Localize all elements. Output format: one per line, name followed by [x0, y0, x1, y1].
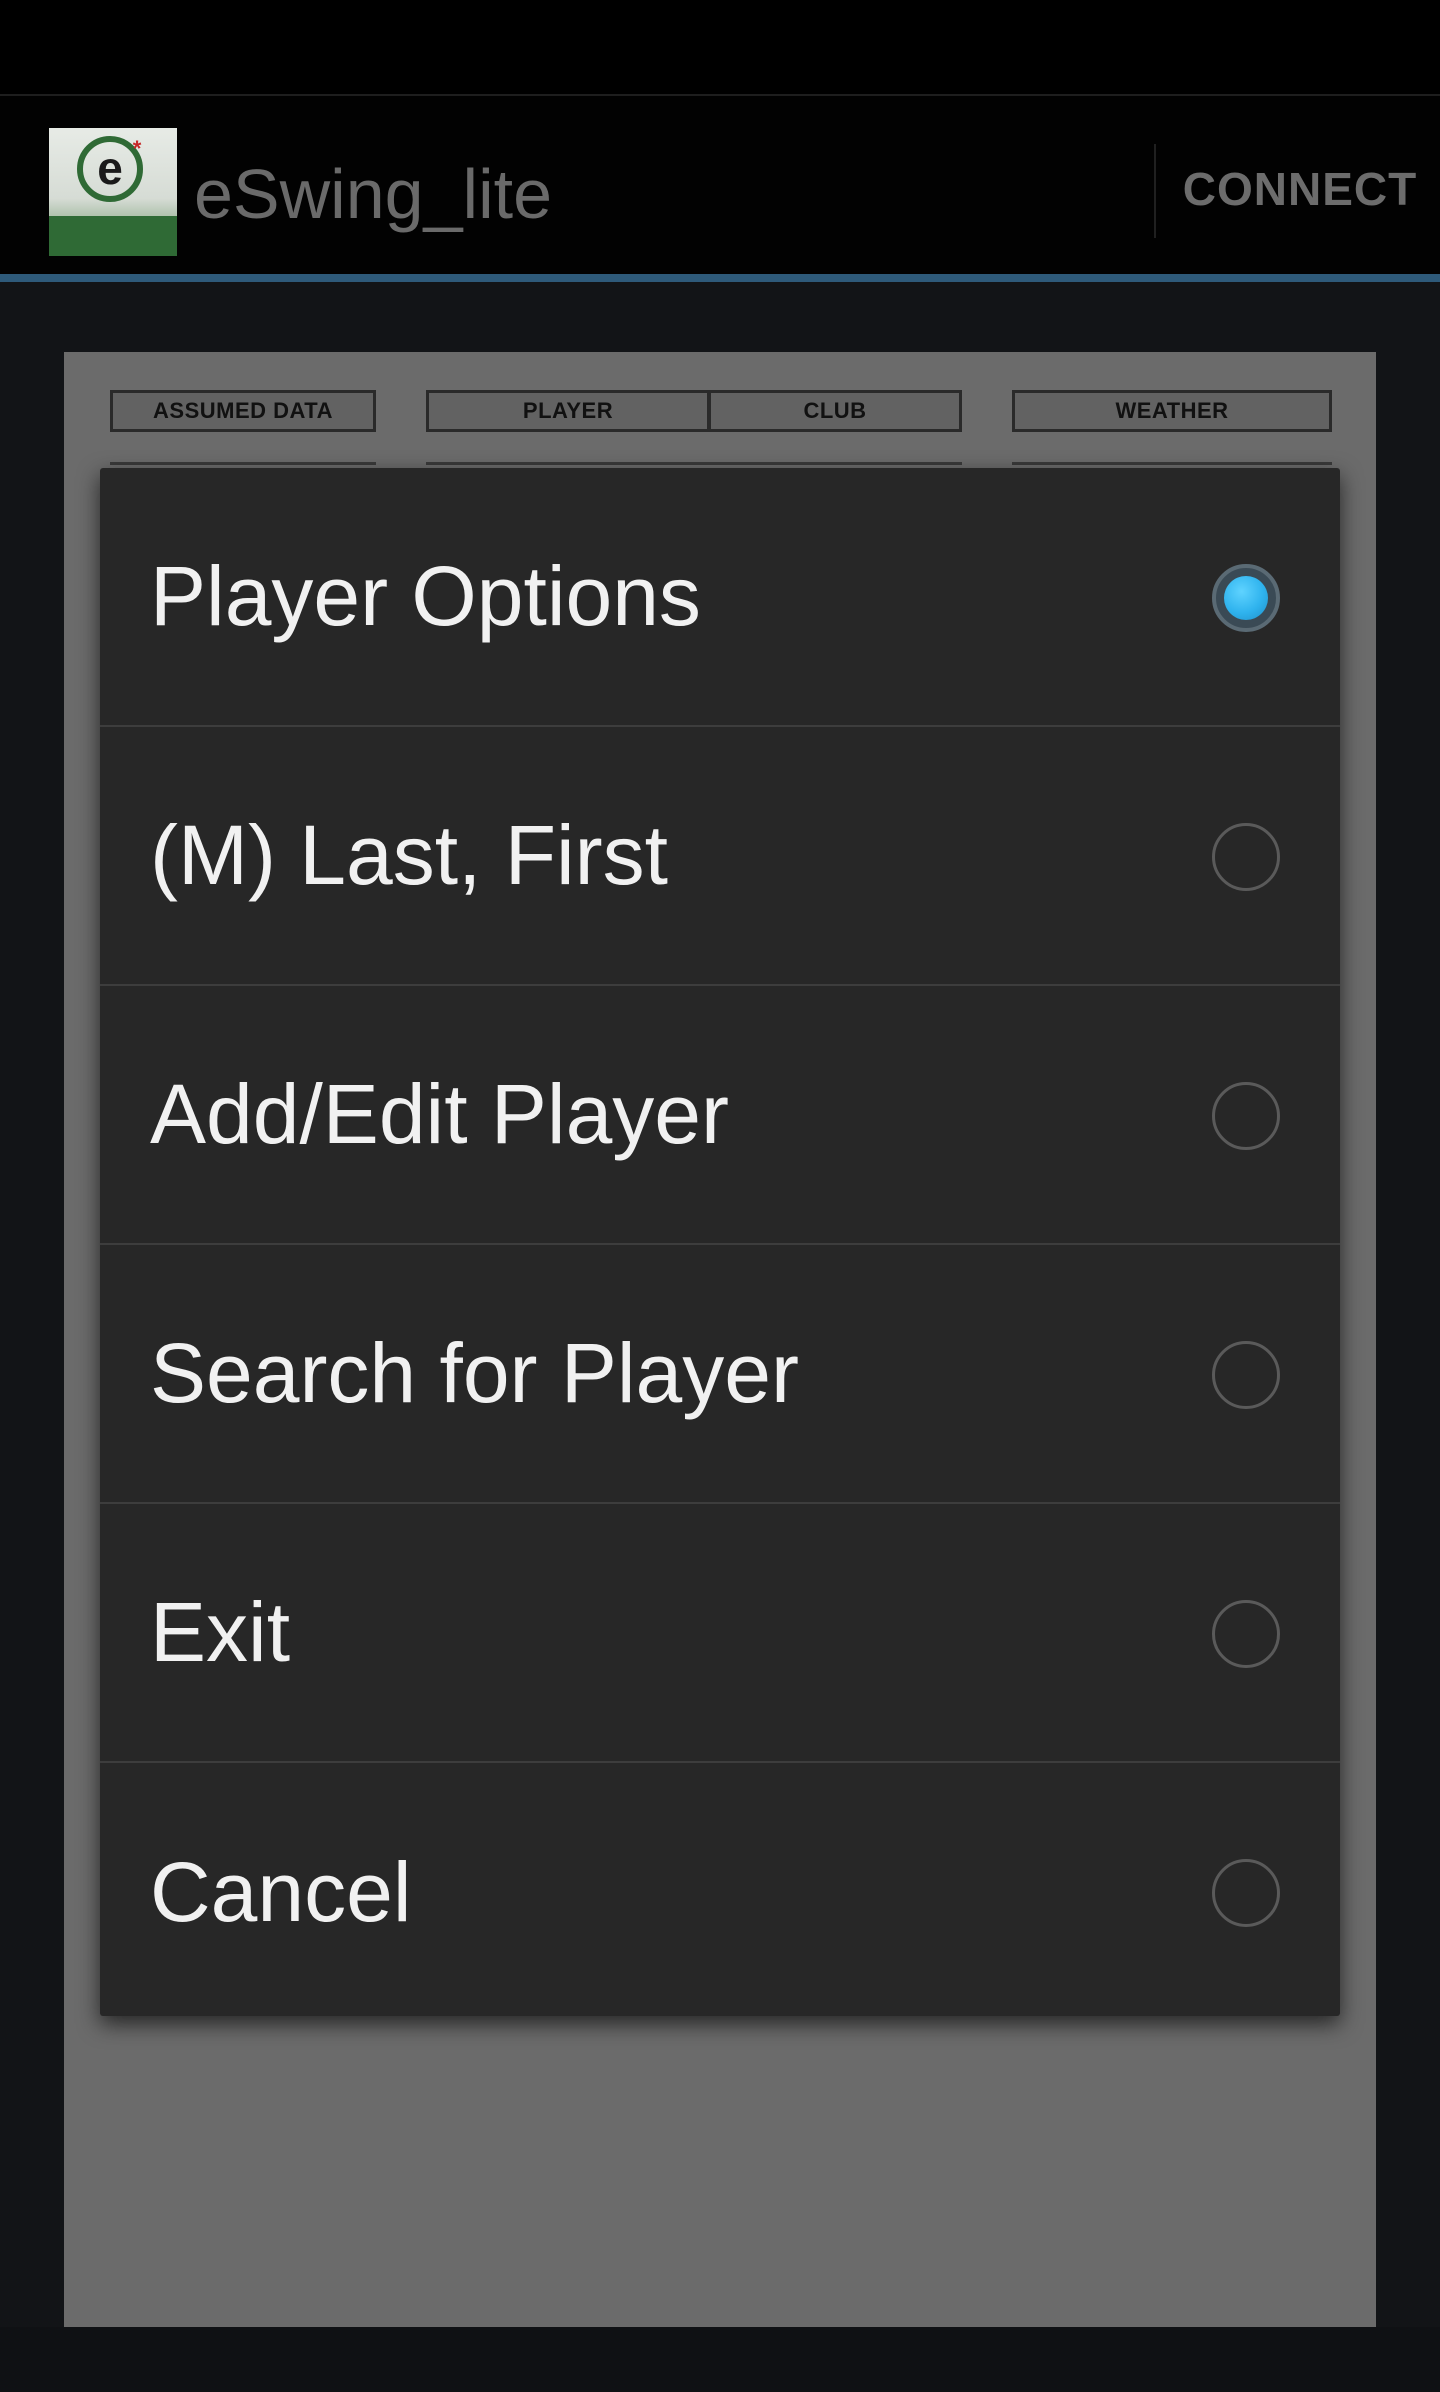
- radio-unselected-icon[interactable]: [1212, 1859, 1280, 1927]
- svg-text:e: e: [97, 142, 123, 194]
- divider: [110, 462, 376, 465]
- app-title: eSwing_lite: [194, 155, 552, 233]
- option-label: Cancel: [150, 1845, 412, 1939]
- option-label: Add/Edit Player: [150, 1067, 729, 1161]
- navigation-bar: [0, 2327, 1440, 2392]
- divider: [1012, 462, 1332, 465]
- logo-band: [49, 216, 177, 256]
- radio-unselected-icon[interactable]: [1212, 1082, 1280, 1150]
- option-row-player-options[interactable]: Player Options: [100, 468, 1340, 727]
- option-row-last-first[interactable]: (M) Last, First: [100, 727, 1340, 986]
- radio-unselected-icon[interactable]: [1212, 823, 1280, 891]
- option-label: Player Options: [150, 549, 701, 643]
- logo-e-mark: e *: [77, 136, 143, 202]
- radio-dot: [1224, 576, 1268, 620]
- divider: [426, 462, 962, 465]
- player-options-dialog: Player Options (M) Last, First Add/Edit …: [100, 468, 1340, 2016]
- actionbar-underline: [0, 274, 1440, 282]
- eswing-logo-icon: e *: [49, 128, 177, 256]
- action-bar: e * eSwing_lite CONNECT: [0, 96, 1440, 282]
- option-row-search-for-player[interactable]: Search for Player: [100, 1245, 1340, 1504]
- option-row-exit[interactable]: Exit: [100, 1504, 1340, 1763]
- option-row-add-edit-player[interactable]: Add/Edit Player: [100, 986, 1340, 1245]
- option-row-cancel[interactable]: Cancel: [100, 1763, 1340, 2016]
- connect-button[interactable]: CONNECT: [1160, 96, 1440, 282]
- assumed-data-button[interactable]: ASSUMED DATA: [110, 390, 376, 432]
- option-label: Exit: [150, 1585, 291, 1679]
- option-label: Search for Player: [150, 1326, 799, 1420]
- weather-button[interactable]: WEATHER: [1012, 390, 1332, 432]
- radio-selected-icon[interactable]: [1212, 564, 1280, 632]
- club-button[interactable]: CLUB: [710, 390, 962, 432]
- actionbar-divider: [1154, 144, 1156, 238]
- status-bar: [0, 0, 1440, 96]
- player-button[interactable]: PLAYER: [426, 390, 710, 432]
- radio-unselected-icon[interactable]: [1212, 1341, 1280, 1409]
- radio-unselected-icon[interactable]: [1212, 1600, 1280, 1668]
- svg-text:*: *: [133, 136, 142, 161]
- option-label: (M) Last, First: [150, 808, 668, 902]
